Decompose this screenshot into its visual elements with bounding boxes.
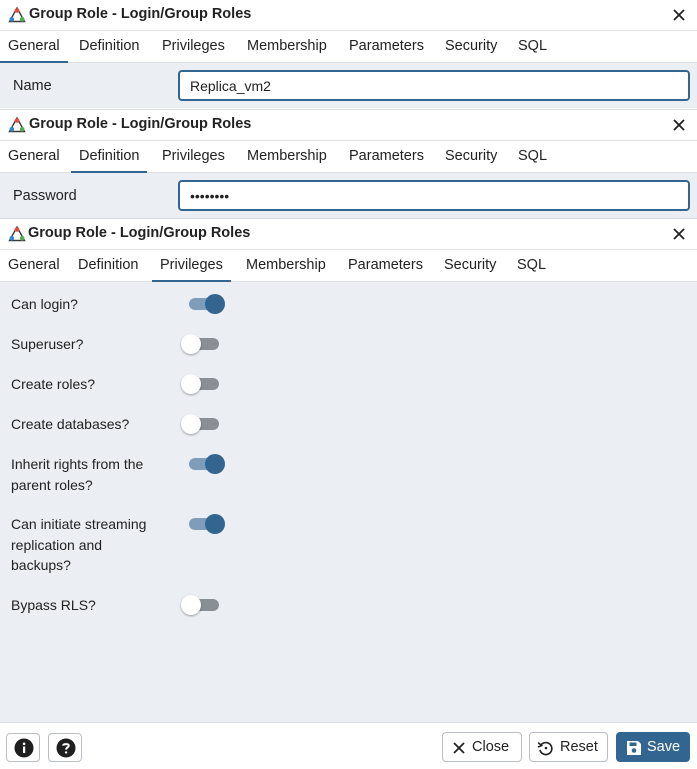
password-label: Password xyxy=(13,188,77,204)
tab-membership[interactable]: Membership xyxy=(239,31,335,63)
tab-security[interactable]: Security xyxy=(437,31,505,63)
dialog-privileges: Group Role - Login/Group Roles General D… xyxy=(0,218,697,769)
close-icon[interactable] xyxy=(671,7,687,23)
privilege-label: Inherit rights from the parent roles? xyxy=(11,456,144,493)
privilege-label: Create roles? xyxy=(11,376,96,392)
can-login-toggle[interactable] xyxy=(181,292,227,316)
tab-membership[interactable]: Membership xyxy=(238,250,334,282)
tab-security[interactable]: Security xyxy=(436,250,504,282)
help-icon xyxy=(56,738,76,758)
pgadmin-role-icon xyxy=(8,117,26,133)
tab-definition[interactable]: Definition xyxy=(71,141,148,173)
streaming-replication-toggle[interactable] xyxy=(181,512,227,536)
info-icon xyxy=(14,738,34,758)
definition-panel: Password xyxy=(0,173,697,218)
tab-parameters[interactable]: Parameters xyxy=(340,250,431,282)
dialog-titlebar[interactable]: Group Role - Login/Group Roles xyxy=(0,110,697,140)
tab-sql[interactable]: SQL xyxy=(510,141,555,173)
tab-privileges[interactable]: Privileges xyxy=(154,31,233,63)
tab-privileges[interactable]: Privileges xyxy=(152,250,231,282)
tab-parameters[interactable]: Parameters xyxy=(341,141,432,173)
create-databases-toggle[interactable] xyxy=(181,412,227,436)
superuser-toggle[interactable] xyxy=(181,332,227,356)
password-field[interactable] xyxy=(178,180,690,211)
x-icon xyxy=(453,742,465,754)
name-field[interactable] xyxy=(178,70,690,101)
tab-parameters[interactable]: Parameters xyxy=(341,31,432,63)
tab-sql[interactable]: SQL xyxy=(509,250,554,282)
tab-privileges[interactable]: Privileges xyxy=(154,141,233,173)
tab-definition[interactable]: Definition xyxy=(70,250,146,282)
dialog-title: Group Role - Login/Group Roles xyxy=(29,6,252,22)
create-roles-toggle[interactable] xyxy=(181,372,227,396)
tab-sql[interactable]: SQL xyxy=(510,31,555,63)
dialog-definition: Group Role - Login/Group Roles General D… xyxy=(0,109,697,218)
privileges-panel: Can login? Superuser? Create roles? Crea… xyxy=(0,282,697,722)
reset-button[interactable]: Reset xyxy=(529,732,608,762)
tab-bar: General Definition Privileges Membership… xyxy=(0,249,697,282)
help-button[interactable] xyxy=(48,733,82,762)
dialog-titlebar[interactable]: Group Role - Login/Group Roles xyxy=(0,219,697,249)
privilege-label: Create databases? xyxy=(11,416,130,432)
privilege-label: Bypass RLS? xyxy=(11,597,96,613)
save-button[interactable]: Save xyxy=(616,732,690,762)
privilege-label: Can login? xyxy=(11,296,78,312)
dialog-title: Group Role - Login/Group Roles xyxy=(28,225,251,241)
pgadmin-role-icon xyxy=(8,7,26,23)
tab-bar: General Definition Privileges Membership… xyxy=(0,140,697,173)
inherit-rights-toggle[interactable] xyxy=(181,452,227,476)
pgadmin-role-icon xyxy=(8,226,26,242)
general-panel: Name xyxy=(0,63,697,108)
privilege-label: Can initiate streaming replication and b… xyxy=(11,516,147,573)
close-label: Close xyxy=(472,739,510,755)
save-label: Save xyxy=(647,739,681,755)
info-button[interactable] xyxy=(6,733,40,762)
tab-general[interactable]: General xyxy=(0,250,68,282)
close-icon[interactable] xyxy=(671,226,687,242)
close-button[interactable]: Close xyxy=(442,732,522,762)
tab-security[interactable]: Security xyxy=(437,141,505,173)
tab-membership[interactable]: Membership xyxy=(239,141,335,173)
dialog-titlebar[interactable]: Group Role - Login/Group Roles xyxy=(0,0,697,30)
dialog-general: Group Role - Login/Group Roles General D… xyxy=(0,0,697,108)
close-icon[interactable] xyxy=(671,117,687,133)
dialog-footer: Close Reset Save xyxy=(0,722,697,769)
tab-general[interactable]: General xyxy=(0,31,68,63)
privilege-label: Superuser? xyxy=(11,336,84,352)
dialog-title: Group Role - Login/Group Roles xyxy=(29,116,252,132)
reset-icon xyxy=(537,741,553,756)
tab-bar: General Definition Privileges Membership… xyxy=(0,30,697,63)
tab-definition[interactable]: Definition xyxy=(71,31,147,63)
save-icon xyxy=(627,741,641,755)
tab-general[interactable]: General xyxy=(0,141,68,173)
bypass-rls-toggle[interactable] xyxy=(181,593,227,617)
reset-label: Reset xyxy=(560,739,598,755)
name-label: Name xyxy=(13,78,52,94)
